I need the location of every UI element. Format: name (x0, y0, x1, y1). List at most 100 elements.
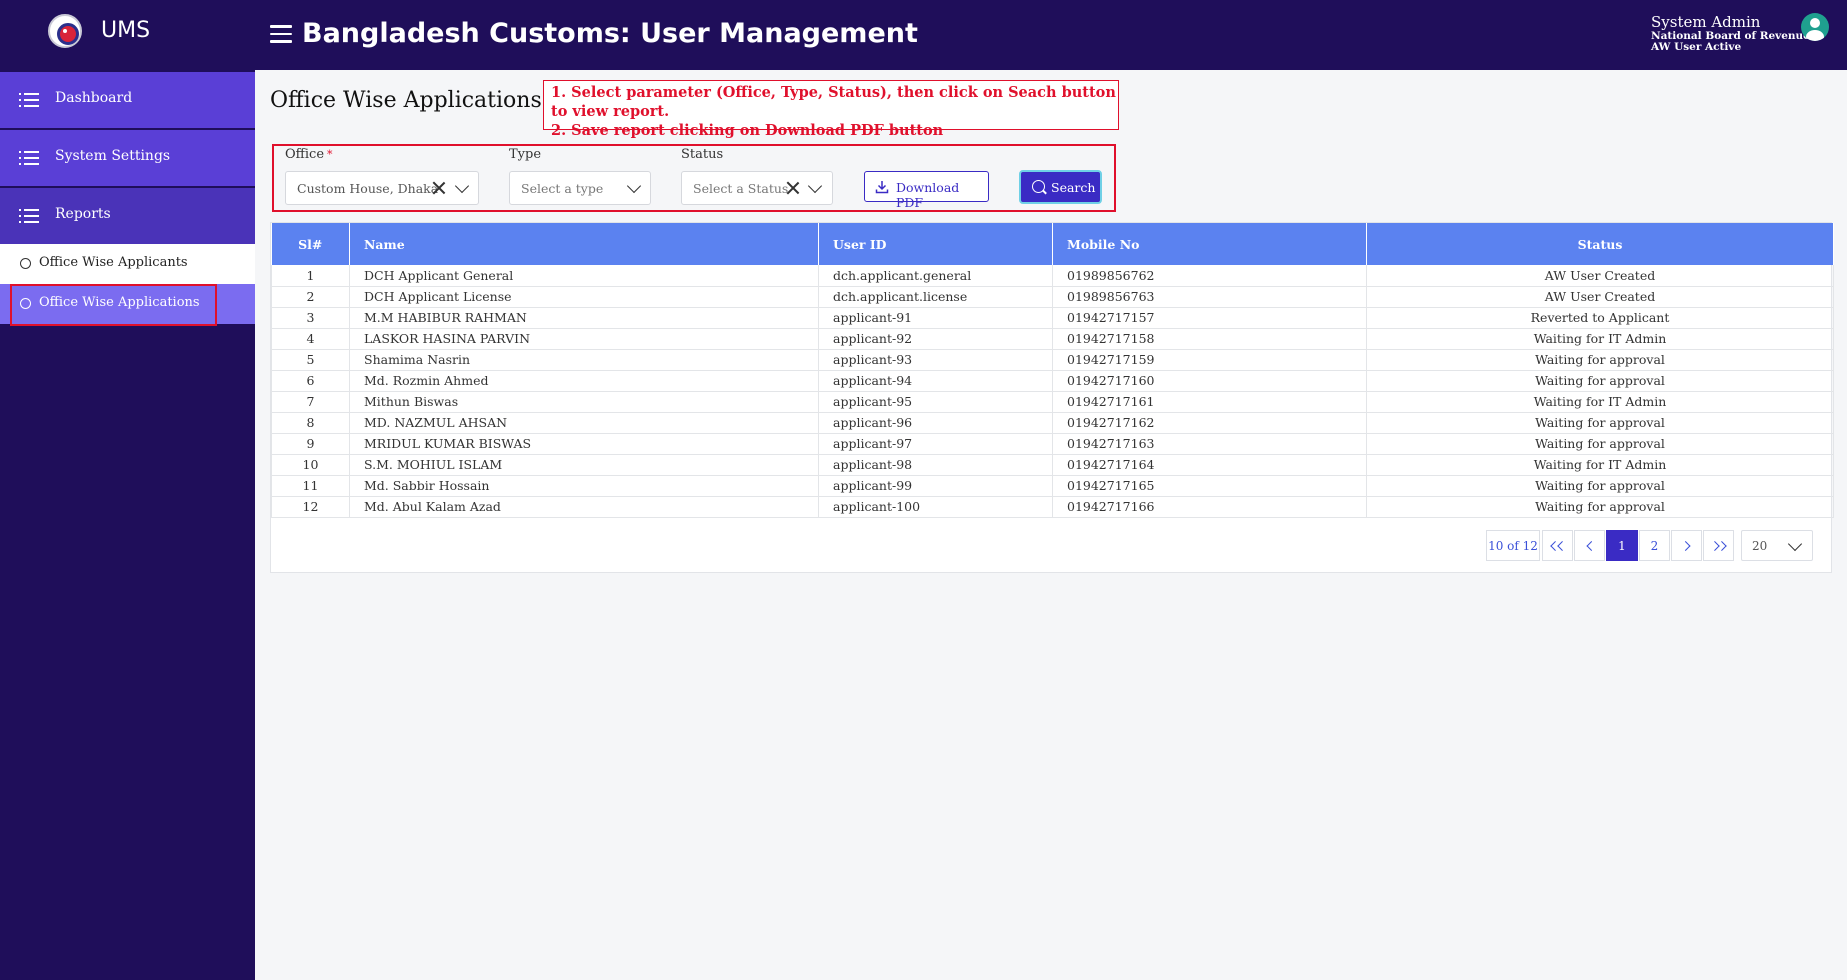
office-select-value: Custom House, Dhaka (297, 181, 439, 196)
sidebar-item-system-settings[interactable]: System Settings (0, 130, 255, 186)
column-header-mobile[interactable]: Mobile No (1052, 223, 1367, 265)
cell-name: Mithun Biswas (349, 390, 819, 413)
last-page-button[interactable] (1703, 530, 1734, 561)
cell-sl: 4 (271, 327, 350, 350)
table-row[interactable]: 7 Mithun Biswas applicant-95 01942717161 Wai… (271, 390, 1834, 413)
chevron-down-icon[interactable] (807, 178, 823, 194)
download-pdf-label: Download PDF (896, 180, 960, 210)
download-pdf-button[interactable]: Download PDF (864, 171, 989, 210)
user-status: AW User Active (1651, 41, 1742, 54)
cell-status: Waiting for IT Admin (1366, 453, 1834, 476)
cell-sl: 3 (271, 306, 350, 329)
chevron-down-icon[interactable] (454, 178, 470, 194)
column-header-name[interactable]: Name (349, 223, 819, 265)
sidebar-item-dashboard[interactable]: Dashboard (0, 72, 255, 128)
cell-name: Md. Sabbir Hossain (349, 474, 819, 497)
search-label: Search (1051, 180, 1096, 195)
cell-user-id: applicant-95 (818, 390, 1053, 413)
chevron-down-icon[interactable] (626, 178, 642, 194)
page-number: 1 (1618, 539, 1626, 553)
instructions-note: 1. Select parameter (Office, Type, Statu… (543, 80, 1119, 139)
pagination-info-text: 10 of 12 (1488, 539, 1538, 553)
page-size-select[interactable]: 20 (1741, 530, 1813, 561)
cell-mobile: 01942717164 (1052, 453, 1367, 476)
table-row[interactable]: 1 DCH Applicant General dch.applicant.gene… (271, 265, 1834, 287)
office-label: Office * (285, 147, 333, 162)
sidebar-item-label: Dashboard (55, 90, 133, 106)
cell-sl: 12 (271, 495, 350, 518)
cell-name: LASKOR HASINA PARVIN (349, 327, 819, 350)
chevron-right-icon (1680, 540, 1691, 551)
results-table-card: Sl# Name User ID Mobile No Status 1 DCH A… (270, 222, 1834, 573)
cell-user-id: applicant-94 (818, 369, 1053, 392)
logo-icon (48, 14, 82, 48)
next-page-button[interactable] (1671, 530, 1702, 561)
top-bar: UMS Bangladesh Customs: User Management … (0, 0, 1847, 70)
user-info[interactable]: System Admin National Board of Revenue A… (1651, 14, 1810, 54)
table-row[interactable]: 2 DCH Applicant License dch.applicant.lice… (271, 285, 1834, 308)
cell-name: DCH Applicant License (349, 285, 819, 308)
cell-mobile: 01942717159 (1052, 348, 1367, 371)
sidebar-subitem-office-wise-applicants[interactable]: Office Wise Applicants (0, 244, 255, 284)
results-table: Sl# Name User ID Mobile No Status 1 DCH A… (271, 223, 1834, 518)
type-select-placeholder: Select a type (521, 181, 604, 196)
table-row[interactable]: 9 MRIDUL KUMAR BISWAS applicant-97 01942717… (271, 432, 1834, 455)
sidebar-item-reports[interactable]: Reports (0, 188, 255, 244)
double-chevron-right-icon (1716, 540, 1727, 551)
table-row[interactable]: 12 Md. Abul Kalam Azad applicant-100 019427… (271, 495, 1834, 518)
cell-mobile: 01942717161 (1052, 390, 1367, 413)
office-select[interactable]: Custom House, Dhaka (285, 171, 479, 205)
cell-sl: 5 (271, 348, 350, 371)
cell-status: Waiting for IT Admin (1366, 327, 1834, 350)
previous-page-button[interactable] (1574, 530, 1605, 561)
cell-user-id: applicant-91 (818, 306, 1053, 329)
menu-toggle-icon[interactable] (270, 25, 292, 43)
table-row[interactable]: 11 Md. Sabbir Hossain applicant-99 01942717… (271, 474, 1834, 497)
cell-sl: 8 (271, 411, 350, 434)
search-button[interactable]: Search (1019, 170, 1102, 204)
page-title: Office Wise Applications (270, 88, 542, 113)
page-number: 2 (1650, 539, 1659, 553)
cell-status: Waiting for approval (1366, 495, 1834, 518)
type-select[interactable]: Select a type (509, 171, 651, 205)
sidebar: Dashboard System Settings Reports Office… (0, 70, 255, 980)
required-mark: * (327, 148, 333, 161)
cell-mobile: 01989856762 (1052, 265, 1367, 287)
circle-icon (20, 258, 31, 269)
cell-mobile: 01942717160 (1052, 369, 1367, 392)
cell-status: AW User Created (1366, 265, 1834, 287)
table-row[interactable]: 10 S.M. MOHIUL ISLAM applicant-98 019427171… (271, 453, 1834, 476)
cell-name: Md. Rozmin Ahmed (349, 369, 819, 392)
column-header-sl[interactable]: Sl# (271, 223, 350, 265)
cell-sl: 2 (271, 285, 350, 308)
table-row[interactable]: 4 LASKOR HASINA PARVIN applicant-92 0194271… (271, 327, 1834, 350)
table-row[interactable]: 3 M.M HABIBUR RAHMAN applicant-91 019427171… (271, 306, 1834, 329)
chevron-left-icon (1585, 540, 1596, 551)
table-row[interactable]: 5 Shamima Nasrin applicant-93 01942717159 Wa… (271, 348, 1834, 371)
clear-icon[interactable] (433, 182, 445, 194)
cell-status: Waiting for approval (1366, 348, 1834, 371)
status-select[interactable]: Select a Status (681, 171, 833, 205)
user-avatar-icon[interactable] (1801, 13, 1829, 41)
column-header-user-id[interactable]: User ID (818, 223, 1053, 265)
double-chevron-left-icon (1556, 540, 1567, 551)
page-button-2[interactable]: 2 (1639, 530, 1670, 561)
search-icon (1032, 180, 1045, 193)
table-row[interactable]: 8 MD. NAZMUL AHSAN applicant-96 01942717162… (271, 411, 1834, 434)
instruction-line: 1. Select parameter (Office, Type, Statu… (551, 84, 1116, 120)
cell-user-id: applicant-97 (818, 432, 1053, 455)
cell-name: Shamima Nasrin (349, 348, 819, 371)
cell-sl: 9 (271, 432, 350, 455)
status-label: Status (681, 147, 724, 162)
table-row[interactable]: 6 Md. Rozmin Ahmed applicant-94 01942717160… (271, 369, 1834, 392)
user-name: System Admin (1651, 13, 1761, 31)
page-button-1[interactable]: 1 (1606, 530, 1638, 561)
column-header-status[interactable]: Status (1366, 223, 1834, 265)
first-page-button[interactable] (1542, 530, 1573, 561)
type-label: Type (509, 147, 542, 162)
clear-icon[interactable] (787, 182, 799, 194)
office-label-text: Office (285, 147, 325, 162)
cell-user-id: applicant-93 (818, 348, 1053, 371)
sidebar-subitem-office-wise-applications[interactable]: Office Wise Applications (0, 284, 255, 324)
cell-status: Waiting for IT Admin (1366, 390, 1834, 413)
